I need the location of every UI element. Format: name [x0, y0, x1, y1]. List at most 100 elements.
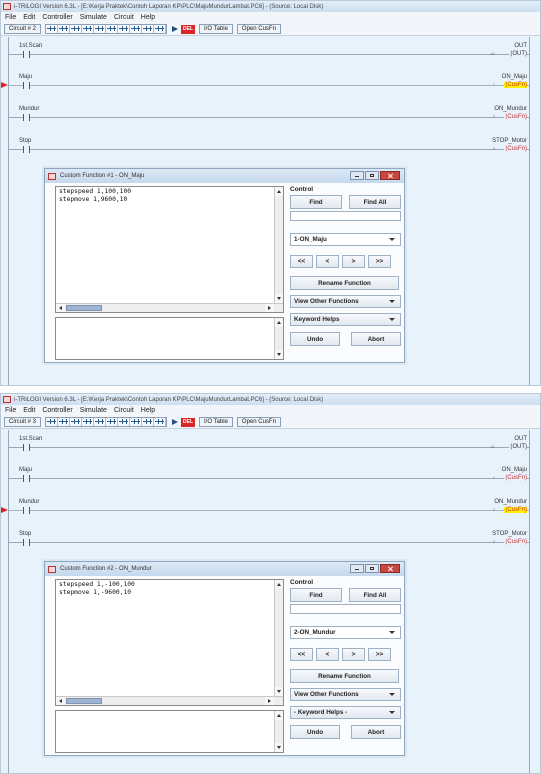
menu-circuit[interactable]: Circuit: [114, 14, 134, 21]
menu-controller[interactable]: Controller: [42, 407, 72, 414]
scroll-up-icon[interactable]: [275, 711, 283, 720]
find-all-button[interactable]: Find All: [349, 195, 401, 209]
scroll-down-icon[interactable]: [275, 743, 283, 752]
scroll-right-icon[interactable]: [265, 697, 274, 705]
minimize-icon[interactable]: [350, 564, 364, 573]
scroll-left-icon[interactable]: [56, 304, 65, 312]
undo-button[interactable]: Undo: [290, 725, 340, 739]
nc-coil-symbol-icon[interactable]: [106, 418, 119, 426]
find-input[interactable]: [290, 211, 401, 221]
abort-button[interactable]: Abort: [351, 725, 401, 739]
first-function-button[interactable]: <<: [290, 255, 313, 268]
parallel-branch-symbol-icon[interactable]: [142, 418, 155, 426]
code-editor[interactable]: stepspeed 1,-100,100 stepmove 1,-9600,10: [55, 579, 284, 706]
menu-edit[interactable]: Edit: [23, 14, 35, 21]
find-all-button[interactable]: Find All: [349, 588, 401, 602]
rung-1[interactable]: 1st.Scan OUT a1 (OUT): [9, 436, 529, 456]
undo-button[interactable]: Undo: [290, 332, 340, 346]
menu-help[interactable]: Help: [141, 407, 155, 414]
coil-type[interactable]: (CusFn): [504, 146, 527, 152]
code-editor[interactable]: stepspeed 1,100,100 stepmove 1,9600,10: [55, 186, 284, 313]
coil-symbol-icon[interactable]: [94, 418, 107, 426]
menu-file[interactable]: File: [5, 14, 16, 21]
maximize-icon[interactable]: [365, 171, 379, 180]
contact-icon[interactable]: [23, 507, 30, 514]
function-select[interactable]: 1-ON_Maju: [290, 233, 401, 246]
code-text[interactable]: stepspeed 1,100,100 stepmove 1,9600,10: [56, 187, 283, 205]
previous-function-button[interactable]: <: [316, 648, 339, 661]
contact-icon[interactable]: [23, 114, 30, 121]
nc-coil-symbol-icon[interactable]: [106, 25, 119, 33]
close-icon[interactable]: [380, 564, 400, 573]
menu-help[interactable]: Help: [141, 14, 155, 21]
abort-button[interactable]: Abort: [351, 332, 401, 346]
vertical-scrollbar[interactable]: [274, 711, 283, 752]
contact-icon[interactable]: [23, 51, 30, 58]
contact-icon[interactable]: [23, 475, 30, 482]
nc-contact-symbol-icon[interactable]: [82, 418, 95, 426]
vertical-scrollbar[interactable]: [274, 580, 283, 696]
rung-4[interactable]: Stop STOP_Motor 3 (CusFn): [9, 138, 529, 158]
scroll-up-icon[interactable]: [275, 318, 283, 327]
delete-button[interactable]: DEL: [181, 417, 196, 427]
next-function-button[interactable]: >: [342, 255, 365, 268]
circuit-number-button[interactable]: Circuit # 3: [4, 417, 42, 427]
rung-3[interactable]: Mundur ON_Mundur 2 (CusFn): [1, 499, 529, 519]
keyword-helps-dropdown[interactable]: - Keyword Helps -: [290, 706, 401, 719]
coil-type[interactable]: (OUT): [509, 51, 527, 57]
scroll-right-icon[interactable]: [265, 304, 274, 312]
coil-type[interactable]: (CusFn): [504, 507, 527, 513]
open-cusfn-button[interactable]: Open CusFn: [236, 24, 281, 34]
horizontal-scrollbar[interactable]: [56, 696, 283, 705]
vertical-scrollbar[interactable]: [274, 318, 283, 359]
io-table-button[interactable]: I/O Table: [199, 417, 233, 427]
menu-edit[interactable]: Edit: [23, 407, 35, 414]
find-button[interactable]: Find: [290, 588, 342, 602]
coil-symbol-icon[interactable]: [94, 25, 107, 33]
function-symbol-icon[interactable]: [118, 25, 131, 33]
coil-type[interactable]: (CusFn): [504, 114, 527, 120]
last-function-button[interactable]: >>: [368, 648, 391, 661]
dfn-symbol-icon[interactable]: [130, 25, 143, 33]
coil-type[interactable]: (OUT): [509, 444, 527, 450]
open-cusfn-button[interactable]: Open CusFn: [236, 417, 281, 427]
delete-button[interactable]: DEL: [181, 24, 196, 34]
window-title-bar[interactable]: i-TRiLOGI Version 6.3L - [E:\Kerja Prakt…: [1, 1, 540, 12]
menu-file[interactable]: File: [5, 407, 16, 414]
first-function-button[interactable]: <<: [290, 648, 313, 661]
rename-function-button[interactable]: Rename Function: [290, 669, 399, 683]
series-contact-symbol-icon[interactable]: [58, 25, 71, 33]
ladder-editor[interactable]: 1st.Scan OUT a1 (OUT) Maju ON_Maju 1 (Cu…: [1, 430, 540, 773]
code-text[interactable]: stepspeed 1,-100,100 stepmove 1,-9600,10: [56, 580, 283, 598]
find-input[interactable]: [290, 604, 401, 614]
contact-icon[interactable]: [23, 82, 30, 89]
keyword-helps-dropdown[interactable]: Keyword Helps: [290, 313, 401, 326]
coil-type[interactable]: (CusFn): [504, 539, 527, 545]
parallel-branch-symbol-icon[interactable]: [142, 25, 155, 33]
nc-contact-symbol-icon[interactable]: [82, 25, 95, 33]
circuit-number-button[interactable]: Circuit # 2: [4, 24, 42, 34]
contact-symbol-icon[interactable]: [46, 25, 59, 33]
horizontal-scrollbar[interactable]: [56, 303, 283, 312]
branch-end-symbol-icon[interactable]: [154, 418, 167, 426]
window-title-bar[interactable]: i-TRiLOGI Version 6.3L - [E:\Kerja Prakt…: [1, 394, 540, 405]
contact-icon[interactable]: [23, 444, 30, 451]
scroll-down-icon[interactable]: [275, 687, 283, 696]
contact-symbol-icon[interactable]: [46, 418, 59, 426]
menu-simulate[interactable]: Simulate: [80, 407, 107, 414]
coil-type[interactable]: (CusFn): [504, 82, 527, 88]
previous-function-button[interactable]: <: [316, 255, 339, 268]
scroll-down-icon[interactable]: [275, 350, 283, 359]
rung-2[interactable]: Maju ON_Maju 1 (CusFn): [9, 467, 529, 487]
next-function-button[interactable]: >: [342, 648, 365, 661]
close-icon[interactable]: [380, 171, 400, 180]
menu-controller[interactable]: Controller: [42, 14, 72, 21]
last-function-button[interactable]: >>: [368, 255, 391, 268]
scroll-thumb[interactable]: [66, 305, 102, 311]
branch-end-symbol-icon[interactable]: [154, 25, 167, 33]
rename-function-button[interactable]: Rename Function: [290, 276, 399, 290]
message-area[interactable]: [55, 710, 284, 753]
function-select[interactable]: 2-ON_Mundur: [290, 626, 401, 639]
parallel-contact-symbol-icon[interactable]: [70, 418, 83, 426]
scroll-left-icon[interactable]: [56, 697, 65, 705]
